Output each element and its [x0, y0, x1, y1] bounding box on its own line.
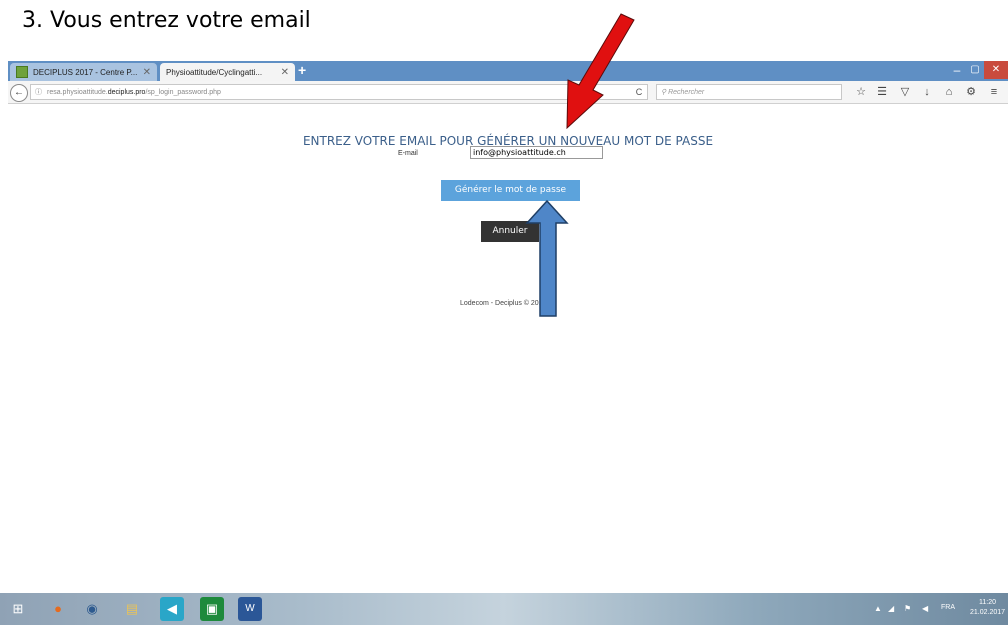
clock-time: 11:20 — [979, 599, 997, 606]
contacts-icon[interactable]: ◉ — [80, 597, 104, 621]
clock[interactable]: 11:20 21.02.2017 — [970, 598, 1005, 618]
volume-icon[interactable]: ◀ — [922, 604, 928, 613]
start-button-icon[interactable]: ⊞ — [6, 597, 30, 621]
store-icon[interactable]: ▣ — [200, 597, 224, 621]
word-icon[interactable]: W — [238, 597, 262, 621]
tray-arrow-icon[interactable]: ▲ — [874, 604, 882, 613]
flag-icon[interactable]: ⚑ — [904, 604, 911, 613]
network-icon[interactable]: ◢ — [888, 604, 894, 613]
clock-date: 21.02.2017 — [970, 609, 1006, 616]
file-explorer-icon[interactable]: ▤ — [120, 597, 144, 621]
media-app-icon[interactable]: ◀ — [160, 597, 184, 621]
red-arrow-icon — [566, 13, 635, 130]
firefox-icon[interactable]: ● — [46, 597, 70, 621]
language-indicator[interactable]: FRA — [941, 604, 955, 611]
windows-taskbar — [0, 593, 1008, 625]
annotation-layer — [525, 13, 635, 317]
blue-arrow-icon — [525, 199, 569, 317]
